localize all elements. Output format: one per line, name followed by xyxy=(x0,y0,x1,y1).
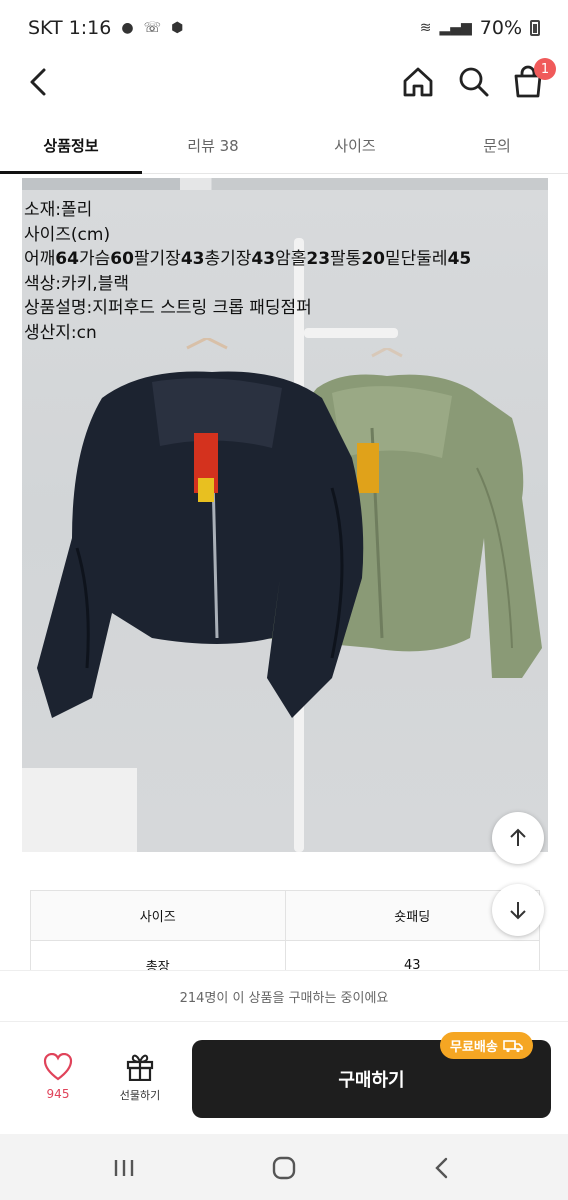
recent-apps-button[interactable] xyxy=(104,1151,144,1185)
product-tabs: 상품정보 리뷰 38 사이즈 문의 xyxy=(0,118,568,174)
floor-box xyxy=(22,768,137,852)
signal-icon: ▂▄▆ xyxy=(439,20,472,36)
tab-product-info[interactable]: 상품정보 xyxy=(0,118,142,174)
gift-icon xyxy=(126,1054,154,1082)
free-shipping-label: 무료배송 xyxy=(450,1040,498,1055)
back-button[interactable] xyxy=(22,62,62,102)
battery-percent: 70% xyxy=(479,17,522,39)
product-image: 소재:폴리 사이즈(cm) 어깨64가슴60팔기장43총기장43암홀23팔통20… xyxy=(22,178,548,852)
search-button[interactable] xyxy=(454,62,494,102)
cart-count-badge: 1 xyxy=(534,58,556,80)
shield-icon: ⬢ xyxy=(171,20,184,36)
arrow-up-icon xyxy=(510,828,526,846)
recent-apps-icon xyxy=(114,1160,134,1176)
wifi-icon: ≋ xyxy=(419,20,432,36)
buy-bar: 945 선물하기 구매하기 무료배송 xyxy=(0,1023,568,1133)
like-count: 945 xyxy=(46,1087,70,1101)
description-text: 상품설명:지퍼후드 스트링 크롭 패딩점퍼 xyxy=(24,298,312,318)
material-text: 소재:폴리 xyxy=(24,200,93,220)
scroll-down-button[interactable] xyxy=(492,884,544,936)
search-icon xyxy=(459,67,489,97)
product-info-text: 소재:폴리 사이즈(cm) 어깨64가슴60팔기장43총기장43암홀23팔통20… xyxy=(24,198,471,345)
chevron-left-icon xyxy=(30,68,46,96)
size-unit-text: 사이즈(cm) xyxy=(24,224,111,245)
free-shipping-badge: 무료배송 xyxy=(440,1032,533,1059)
home-icon xyxy=(403,67,433,97)
viewer-count-banner: 214명이 이 상품을 구매하는 중이에요 xyxy=(0,970,568,1022)
home-nav-button[interactable] xyxy=(264,1151,304,1185)
table-header-cell: 사이즈 xyxy=(30,890,286,941)
truck-icon xyxy=(503,1039,523,1052)
phone-icon: ☏ xyxy=(143,20,162,36)
status-bar: SKT 1:16 ● ☏ ⬢ ≋ ▂▄▆ 70% xyxy=(0,0,568,56)
like-button[interactable]: 945 xyxy=(28,1052,88,1113)
arrow-down-icon xyxy=(510,902,526,920)
back-chevron-icon xyxy=(435,1157,448,1179)
back-nav-button[interactable] xyxy=(422,1151,462,1185)
origin-text: 생산지:cn xyxy=(24,322,97,343)
heart-icon xyxy=(43,1052,73,1081)
chat-icon: ● xyxy=(121,20,134,36)
table-header-row: 사이즈 숏패딩 xyxy=(30,890,540,941)
system-nav-bar xyxy=(0,1134,568,1200)
gift-button[interactable]: 선물하기 xyxy=(108,1053,172,1113)
app-header: 1 xyxy=(0,56,568,108)
tab-inquiry[interactable]: 문의 xyxy=(426,118,568,173)
home-button[interactable] xyxy=(398,62,438,102)
color-text: 색상:카키,블랙 xyxy=(24,273,129,294)
carrier-time: SKT 1:16 xyxy=(28,17,112,39)
battery-icon xyxy=(530,20,540,36)
tab-reviews[interactable]: 리뷰 38 xyxy=(142,118,284,173)
home-circle-icon xyxy=(272,1156,296,1180)
black-jacket xyxy=(37,338,364,718)
gift-label: 선물하기 xyxy=(119,1089,161,1102)
scroll-up-button[interactable] xyxy=(492,812,544,864)
measurements-text: 어깨64가슴60팔기장43총기장43암홀23팔통20밑단둘레45 xyxy=(24,249,472,269)
tab-size[interactable]: 사이즈 xyxy=(284,118,426,173)
